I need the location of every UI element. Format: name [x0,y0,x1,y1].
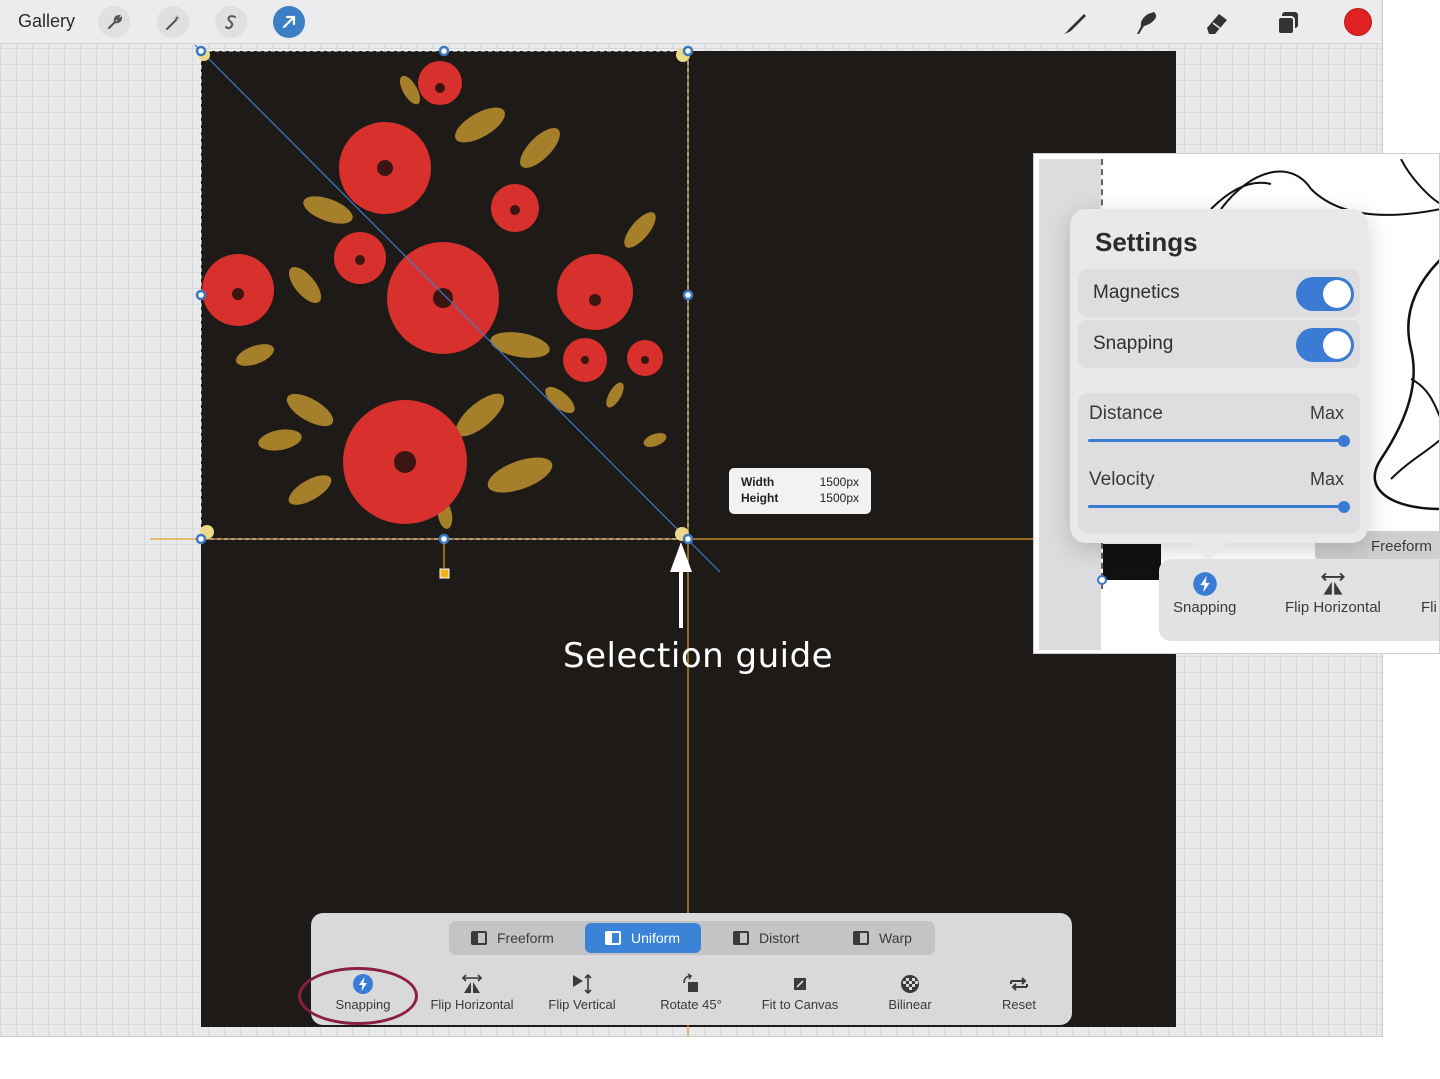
flip-horizontal-icon [1320,572,1345,595]
top-toolbar: Gallery [0,0,1382,44]
bilinear-label: Bilinear [888,997,932,1012]
warp-icon [853,931,869,945]
distance-value: Max [1309,403,1344,423]
layers-icon[interactable] [1273,8,1303,38]
snapping-setting-label: Snapping [1093,333,1174,354]
flip-horizontal-button[interactable]: Flip Horizontal [417,973,527,1019]
reset-label: Reset [1002,997,1036,1012]
fit-to-canvas-button[interactable]: Fit to Canvas [745,973,855,1019]
bilinear-icon [901,975,919,993]
reset-icon [1010,977,1028,991]
selection-s-icon[interactable] [215,6,247,38]
magnetics-row: Magnetics [1078,269,1360,317]
width-label: Width [741,475,775,489]
mode-freeform[interactable]: Freeform [457,923,573,953]
toggle-knob [1323,280,1351,308]
inset-snapping-label: Snapping [1173,599,1237,616]
eraser-icon[interactable] [1202,8,1232,38]
flip-vertical-icon [1421,571,1439,599]
width-value: 1500px [819,475,859,489]
mode-distort-label: Distort [759,930,800,946]
inset-artwork-fragment [1103,544,1161,580]
distance-label: Distance [1089,403,1163,424]
arrow-transform-icon[interactable] [273,6,305,38]
snapping-settings-inset: Freeform Settings Magnetics Snapping Dis… [1033,153,1440,654]
mode-warp[interactable]: Warp [839,923,929,953]
settings-popover: Settings Magnetics Snapping Distance Max… [1070,209,1368,543]
snapping-highlight-ring [298,967,418,1025]
magic-wand-icon[interactable] [157,6,189,38]
distort-icon [733,931,749,945]
velocity-label: Velocity [1089,469,1155,490]
mode-uniform[interactable]: Uniform [585,923,701,953]
inset-canvas-area: Freeform Settings Magnetics Snapping Dis… [1039,159,1439,650]
bilinear-button[interactable]: Bilinear [855,973,965,1019]
mode-warp-label: Warp [879,930,912,946]
mode-uniform-label: Uniform [631,930,681,946]
velocity-slider[interactable] [1088,505,1344,508]
inset-snapping-button[interactable]: Snapping [1173,571,1236,616]
inset-freeform-label: Freeform [1371,537,1432,555]
inset-flip-horizontal-label: Flip Horizontal [1285,599,1381,616]
inset-handle[interactable] [1097,575,1107,585]
snapping-toggle[interactable] [1296,328,1354,362]
rotation-handle[interactable] [439,568,450,579]
smudge-icon[interactable] [1131,8,1161,38]
color-swatch[interactable] [1344,8,1372,36]
mode-distort[interactable]: Distort [719,923,829,953]
flip-vertical-label: Flip Vertical [548,997,616,1012]
magnetics-toggle[interactable] [1296,277,1354,311]
transform-toolbar: Freeform Uniform Distort Warp Snapping F… [311,913,1072,1025]
velocity-value: Max [1309,469,1344,489]
height-value: 1500px [819,491,859,505]
flip-vertical-button[interactable]: Flip Vertical [527,973,637,1019]
fit-canvas-icon [794,978,806,990]
rotate-45-button[interactable]: Rotate 45° [636,973,746,1019]
snapping-row: Snapping [1078,320,1360,368]
inset-flip-vertical-label: Fli [1421,599,1437,616]
flip-horizontal-icon [461,974,483,993]
wrench-icon[interactable] [98,6,130,38]
freeform-icon [471,931,487,945]
settings-title: Settings [1095,227,1198,257]
reset-button[interactable]: Reset [964,973,1074,1019]
gallery-button[interactable]: Gallery [18,11,75,32]
velocity-slider-thumb[interactable] [1338,501,1350,513]
rotate-icon [683,973,698,992]
magnetics-label: Magnetics [1093,282,1180,303]
snapping-sliders: Distance Max Velocity Max [1078,393,1360,533]
uniform-icon [605,931,621,945]
height-label: Height [741,491,779,505]
toggle-knob [1323,331,1351,359]
lightning-icon [1192,572,1217,596]
inset-flip-horizontal-button[interactable]: Flip Horizontal [1285,571,1381,616]
mode-freeform-label: Freeform [497,930,554,946]
fit-to-canvas-label: Fit to Canvas [761,997,839,1012]
distance-slider[interactable] [1088,439,1344,442]
selection-guide-callout: Selection guide [563,636,834,676]
inset-flip-vertical-button[interactable]: Fli [1421,571,1439,616]
size-tooltip: Width 1500px Height 1500px [729,468,871,514]
transform-mode-group: Freeform Uniform Distort Warp [449,921,935,955]
flip-vertical-icon [573,973,592,995]
distance-slider-thumb[interactable] [1338,435,1350,447]
brush-icon[interactable] [1060,8,1090,38]
rotate-45-label: Rotate 45° [660,997,722,1012]
inset-transform-toolbar: Snapping Flip Horizontal Fli [1159,559,1439,641]
flip-horizontal-label: Flip Horizontal [430,997,514,1012]
